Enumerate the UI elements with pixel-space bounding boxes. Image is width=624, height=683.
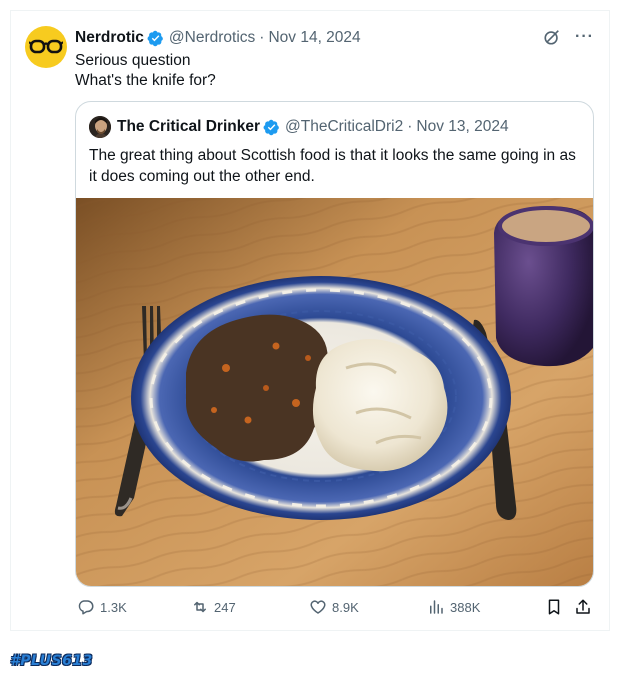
card-border-right — [609, 10, 610, 631]
reply-count: 1.3K — [100, 599, 127, 615]
verified-badge-icon — [263, 119, 279, 135]
repost-count: 247 — [214, 599, 236, 615]
author-name[interactable]: Nerdrotic — [75, 29, 144, 47]
separator-dot: · — [259, 29, 265, 46]
separator-dot: · — [407, 118, 413, 135]
repost-icon — [194, 601, 206, 613]
heart-icon — [310, 600, 326, 614]
quoted-author-handle[interactable]: @TheCriticalDri2 — [285, 118, 403, 136]
post-action-bar: 1.3K 247 8.9K 388K — [75, 598, 592, 618]
bookmark-button[interactable] — [545, 598, 563, 616]
quoted-post-date[interactable]: Nov 13, 2024 — [416, 118, 508, 136]
reply-button[interactable]: 1.3K — [77, 598, 127, 616]
post-text: Serious question What's the knife for? — [75, 51, 216, 91]
views-icon — [430, 600, 443, 614]
post-header: Nerdrotic @Nerdrotics · Nov 14, 2024 — [75, 29, 361, 47]
card-border-top — [10, 10, 610, 11]
post-top-actions: ··· — [543, 28, 594, 46]
quoted-author-avatar[interactable] — [89, 116, 111, 138]
card-border-left — [10, 10, 11, 631]
more-icon[interactable]: ··· — [575, 28, 594, 46]
glasses-icon — [29, 39, 63, 54]
watermark-logo: #PLUS613 — [10, 653, 93, 669]
quoted-avatar-portrait-icon — [89, 116, 111, 138]
quoted-post[interactable]: The Critical Drinker @TheCriticalDri2 · … — [75, 101, 594, 587]
post-text-line-1: Serious question — [75, 52, 191, 69]
repost-button[interactable]: 247 — [191, 598, 236, 616]
post-text-line-2: What's the knife for? — [75, 72, 216, 89]
grok-icon[interactable] — [543, 28, 561, 46]
bookmark-icon — [548, 599, 560, 615]
views-count: 388K — [450, 599, 481, 615]
verified-badge-icon — [147, 30, 163, 46]
food-photo[interactable] — [76, 198, 593, 586]
card-border-bottom — [10, 630, 610, 631]
like-count: 8.9K — [332, 599, 359, 615]
views-button[interactable]: 388K — [427, 598, 480, 616]
share-icon — [576, 599, 590, 614]
like-button[interactable]: 8.9K — [309, 598, 359, 616]
author-avatar[interactable] — [25, 26, 67, 68]
quoted-author-name[interactable]: The Critical Drinker — [117, 118, 260, 136]
quoted-post-header: The Critical Drinker @TheCriticalDri2 · … — [89, 116, 509, 138]
reply-icon — [78, 600, 94, 615]
post-date[interactable]: Nov 14, 2024 — [268, 29, 360, 47]
share-button[interactable] — [574, 598, 592, 616]
quoted-post-text: The great thing about Scottish food is t… — [89, 147, 576, 185]
author-handle[interactable]: @Nerdrotics — [169, 29, 255, 47]
